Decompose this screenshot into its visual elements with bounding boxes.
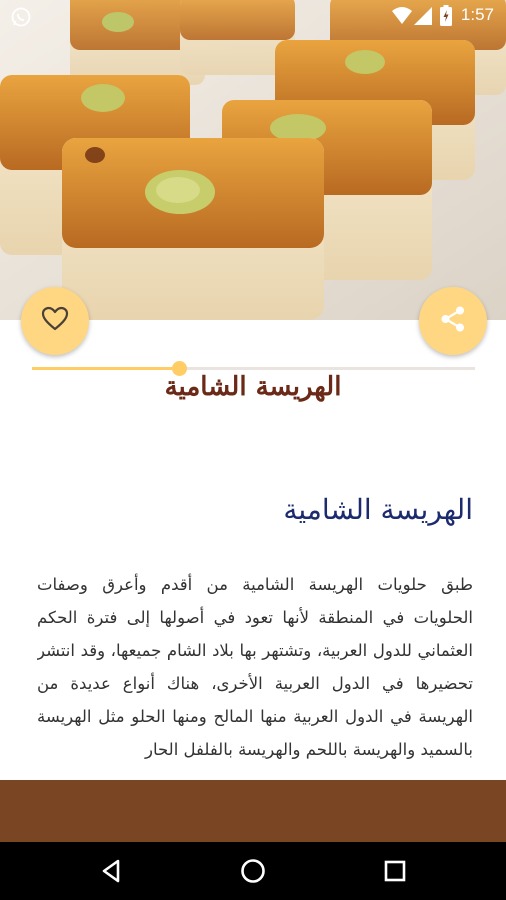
page-title: الهريسة الشامية	[164, 372, 342, 402]
article-heading: الهريسة الشامية	[283, 493, 473, 526]
share-button[interactable]	[419, 287, 487, 355]
heart-outline-icon	[41, 306, 69, 336]
status-time: 1:57	[460, 5, 494, 24]
divider-accent	[32, 367, 180, 370]
navigation-bar	[0, 842, 506, 900]
whatsapp-icon	[10, 6, 32, 32]
battery-icon	[440, 5, 452, 30]
article-body: طبق حلويات الهريسة الشامية من أقدم وأعرق…	[37, 575, 473, 759]
wifi-icon	[392, 7, 412, 29]
home-circle-icon[interactable]	[238, 856, 268, 886]
bottom-bar	[0, 780, 506, 842]
hero-image	[0, 0, 506, 320]
share-icon	[439, 305, 467, 337]
signal-icon	[414, 7, 432, 29]
recents-square-icon[interactable]	[380, 856, 410, 886]
status-bar: 1:57	[0, 0, 506, 32]
favorite-button[interactable]	[21, 287, 89, 355]
back-triangle-icon[interactable]	[96, 856, 126, 886]
